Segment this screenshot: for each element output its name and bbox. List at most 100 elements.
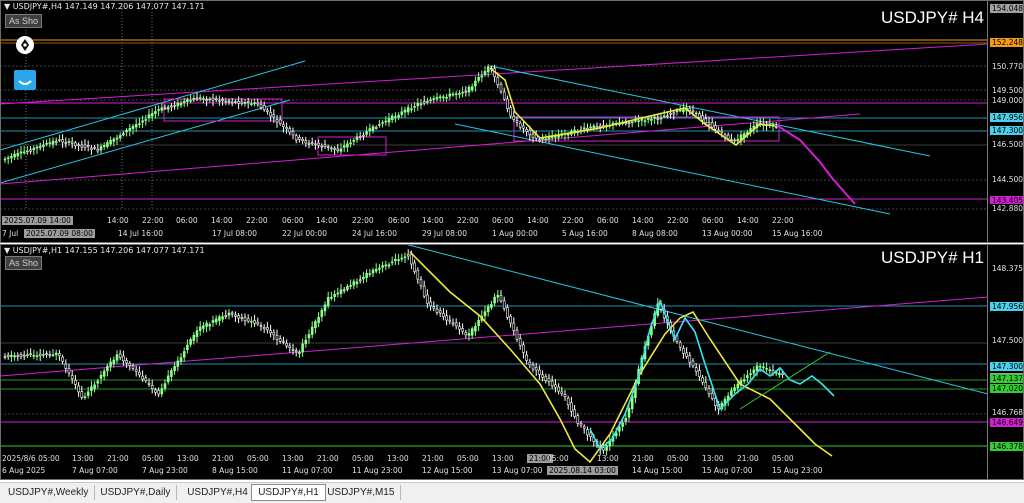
h4-candle xyxy=(294,135,298,141)
h4-candle xyxy=(397,114,400,118)
h1-candle xyxy=(541,374,544,378)
h4-candle xyxy=(115,137,119,140)
h1-candle xyxy=(176,360,180,367)
h4-candle xyxy=(646,118,650,120)
h4-candle xyxy=(48,142,52,144)
tab-h4[interactable]: USDJPY#,H4 xyxy=(181,485,255,500)
h4-candle xyxy=(733,139,736,142)
h4-candle xyxy=(643,120,647,122)
h1-time-label: 2025.08.14 03:00 xyxy=(547,466,618,475)
h4-candle xyxy=(301,138,304,141)
tab-h1[interactable]: USDJPY#,H1 xyxy=(251,484,326,501)
h1-candle xyxy=(86,391,90,396)
h1-chart-pane[interactable]: ▼ USDJPY#,H1 147.155 147.206 147.077 147… xyxy=(0,244,1024,480)
h4-candle xyxy=(141,120,144,123)
h1-time-label: 05:00 xyxy=(247,454,269,463)
h4-candle xyxy=(381,122,384,124)
h1-candle xyxy=(486,306,490,313)
h1-candle xyxy=(355,281,359,284)
h4-price-label: 150.770 xyxy=(990,62,1024,71)
h1-candle xyxy=(99,374,103,379)
h4-time-label: 14:00 xyxy=(211,216,233,225)
h4-candle xyxy=(29,149,32,152)
h1-chart-canvas[interactable] xyxy=(0,244,988,480)
h4-candle xyxy=(278,119,282,124)
h4-chart-canvas[interactable] xyxy=(0,0,988,243)
h1-candle xyxy=(237,315,240,319)
h1-chart-info: ▼ USDJPY#,H1 147.155 147.206 147.077 147… xyxy=(4,246,205,255)
chart-tab-bar: USDJPY#,Weekly USDJPY#,Daily USDJPY#,H4 USD… xyxy=(0,482,1024,503)
h1-price-axis[interactable]: 148.375147.956147.500147.300147.171147.1… xyxy=(987,244,1024,480)
h4-candle xyxy=(714,125,717,130)
pen-icon[interactable] xyxy=(16,36,34,54)
h1-symbol-title: USDJPY# H1 xyxy=(881,248,984,267)
h1-candle xyxy=(224,315,228,317)
h1-candle xyxy=(80,391,84,398)
h4-candle xyxy=(390,115,394,121)
h4-as-show-button[interactable]: As Sho xyxy=(5,14,43,28)
h1-candle xyxy=(141,375,144,380)
h4-candle xyxy=(717,129,720,132)
h4-candle xyxy=(67,141,71,143)
h1-candle xyxy=(131,365,135,369)
h1-candle xyxy=(445,315,448,321)
h1-candle xyxy=(307,334,311,339)
h1-candle xyxy=(483,311,487,317)
h1-time-label: 05:00 xyxy=(142,454,164,463)
h4-candle xyxy=(154,111,157,115)
h1-candle xyxy=(189,339,192,345)
h1-candle xyxy=(29,353,32,356)
h1-candle xyxy=(704,381,708,389)
h1-candle xyxy=(294,350,298,353)
h4-candle xyxy=(704,118,708,124)
h4-candle xyxy=(592,125,596,129)
h4-candle xyxy=(35,146,39,149)
h4-candle xyxy=(58,139,61,141)
h1-candle xyxy=(48,354,52,356)
h1-candle xyxy=(58,353,61,356)
h4-time-label: 06:00 xyxy=(176,216,198,225)
h1-candle xyxy=(397,259,400,261)
tab-daily[interactable]: USDJPY#,Daily xyxy=(94,485,178,500)
h4-candle xyxy=(227,100,231,103)
h4-candle xyxy=(317,142,320,146)
h4-time-label: 29 Jul 08:00 xyxy=(422,229,467,238)
h4-candle xyxy=(243,101,247,104)
h4-chart-info: ▼ USDJPY#,H4 147.149 147.206 147.077 147… xyxy=(4,2,205,11)
h1-candle xyxy=(314,321,317,329)
h1-candle xyxy=(531,364,535,370)
h4-candle xyxy=(170,105,173,108)
h4-candle xyxy=(595,125,599,128)
smiley-expert-icon[interactable] xyxy=(14,70,36,90)
chart-menu-icon[interactable]: ▼ xyxy=(4,246,10,255)
h1-as-show-button[interactable]: As Sho xyxy=(5,256,43,270)
h4-candle xyxy=(211,97,215,101)
h4-candle xyxy=(518,122,522,128)
h1-candle xyxy=(285,343,288,347)
h4-candle xyxy=(26,150,29,153)
h4-candle xyxy=(394,116,397,118)
h1-candle xyxy=(406,254,410,257)
h4-time-label: 06:00 xyxy=(597,216,619,225)
tab-m15[interactable]: USDJPY#,M15 xyxy=(321,485,402,500)
tab-weekly[interactable]: USDJPY#,Weekly xyxy=(2,485,96,500)
h4-candle xyxy=(362,134,365,137)
h4-candle xyxy=(774,125,778,128)
h4-chart-pane[interactable]: ▼ USDJPY#,H4 147.149 147.206 147.077 147… xyxy=(0,0,1024,243)
h1-candle xyxy=(26,354,29,357)
h1-candle xyxy=(474,325,477,332)
chart-menu-icon[interactable]: ▼ xyxy=(4,2,10,11)
h4-candle xyxy=(166,106,170,110)
h1-time-label: 21:00 xyxy=(212,454,234,463)
h4-candle xyxy=(454,93,458,96)
h1-candle xyxy=(403,256,407,259)
h1-candle xyxy=(733,387,736,392)
h4-candle xyxy=(470,86,474,91)
h1-candle xyxy=(64,363,68,369)
h4-price-axis[interactable]: 154.048 152.248 150.770 149.500 149.000 147.9… xyxy=(987,0,1024,243)
h1-candle xyxy=(758,365,762,368)
h1-candle xyxy=(138,371,141,376)
h1-price-label: 147.956 xyxy=(990,302,1024,311)
h4-candle xyxy=(438,96,442,99)
h1-candle xyxy=(230,312,234,315)
